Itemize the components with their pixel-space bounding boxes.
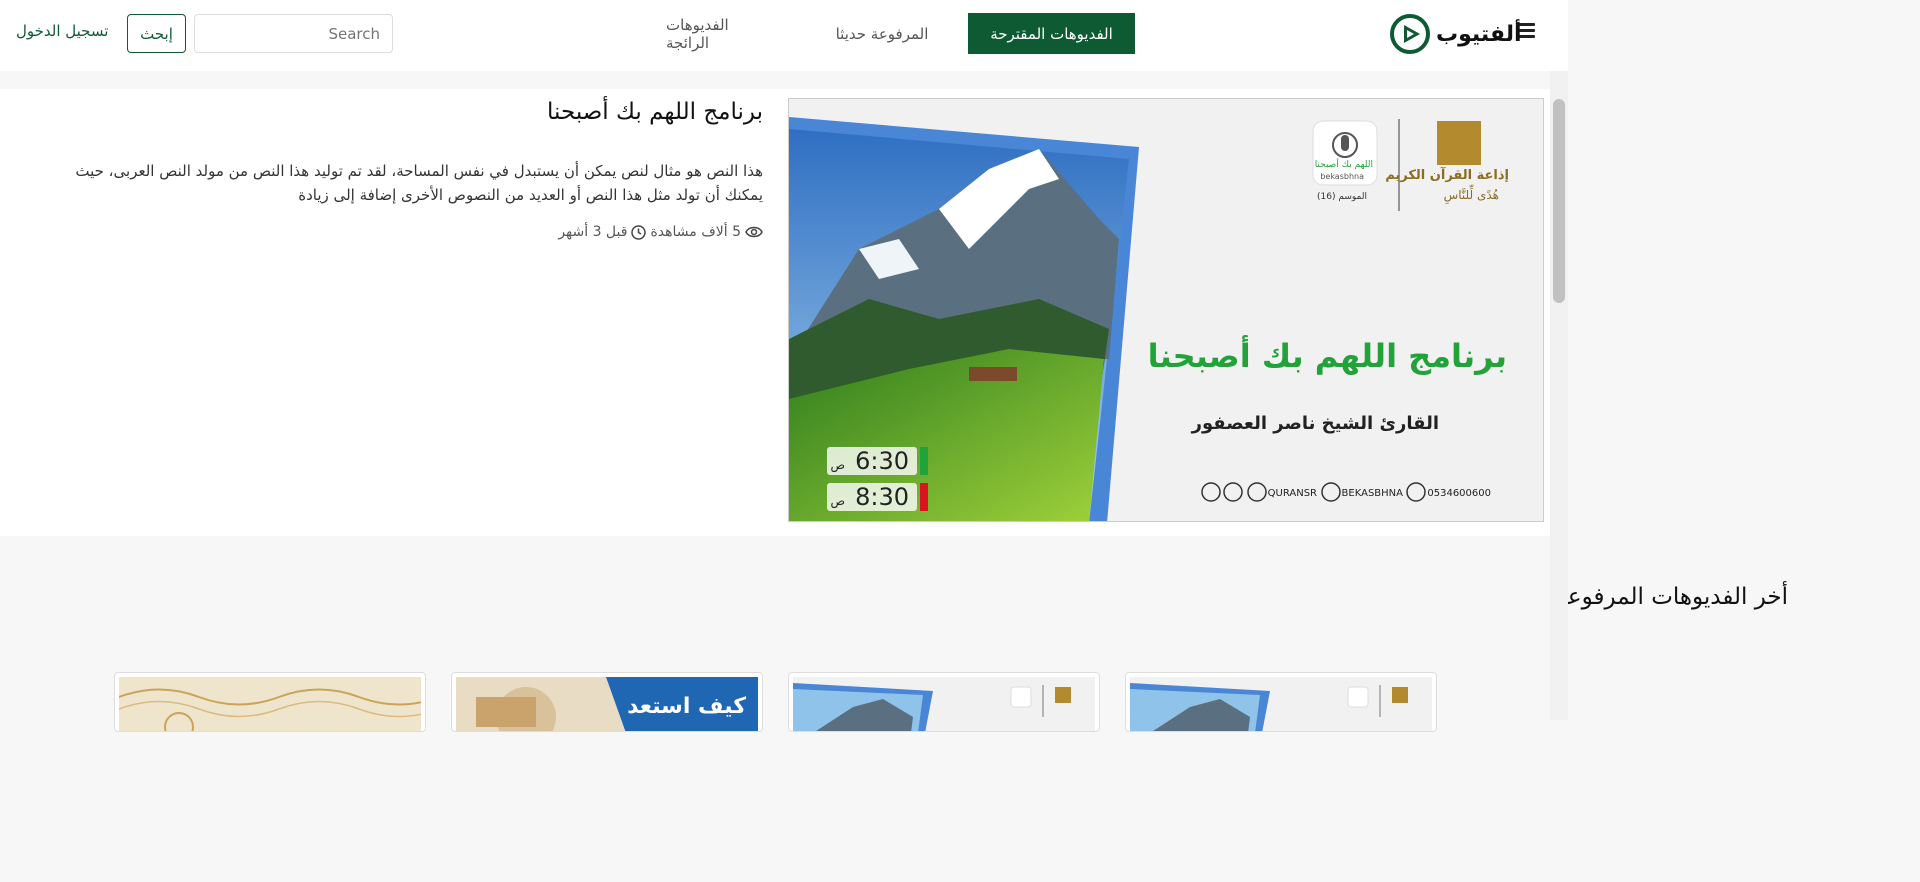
nav-suggested-videos[interactable]: الفديوهات المقترحة <box>968 13 1135 54</box>
card-overlay-text: كيف استعد <box>627 694 746 719</box>
social-bekasbhna: BEKASBHNA <box>1342 488 1404 499</box>
featured-video-thumbnail[interactable]: إذاعة القرآن الكريم هُدًى لِّلنَّاسِ الل… <box>788 98 1544 522</box>
video-card[interactable]: كيف استعد <box>451 672 763 732</box>
login-link[interactable]: تسجيل الدخول <box>16 22 108 40</box>
video-card[interactable] <box>1125 672 1437 732</box>
views-count: 5 ألاف مشاهدة <box>650 224 741 240</box>
time-2-suffix: ص <box>830 494 845 509</box>
social-quransr: QURANSR <box>1268 488 1317 499</box>
search-input[interactable] <box>194 14 393 53</box>
navbar: ألفتيوب الفديوهات المقترحة المرفوعة حديث… <box>0 0 1568 71</box>
nav-trending-videos[interactable]: الفديوهات الرائجة <box>650 13 790 54</box>
radio-tagline: هُدًى لِّلنَّاسِ <box>1444 184 1499 204</box>
video-card-thumbnail <box>793 677 1095 731</box>
program-latin: bekasbhna <box>1320 172 1364 181</box>
featured-video-meta: 5 ألاف مشاهدة قبل 3 أشهر <box>558 224 763 240</box>
time-1-suffix: ص <box>830 458 845 473</box>
featured-video-description: هذا النص هو مثال لنص يمكن أن يستبدل في ن… <box>75 162 763 204</box>
time-1: 6:30 <box>855 447 909 475</box>
video-card-thumbnail <box>1130 677 1432 731</box>
video-card[interactable] <box>788 672 1100 732</box>
video-card-thumbnail: كيف استعد <box>456 677 758 731</box>
phone-number: 0534600600 <box>1427 488 1491 499</box>
thumbnail-art: إذاعة القرآن الكريم هُدًى لِّلنَّاسِ الل… <box>789 99 1543 521</box>
reader-name: القارئ الشيخ ناصر العصفور <box>1191 413 1439 434</box>
clock-icon <box>631 224 647 240</box>
search-button[interactable]: إبحث <box>127 14 186 53</box>
page-scrollbar[interactable] <box>1550 71 1568 720</box>
brand-name: ألفتيوب <box>1436 21 1522 47</box>
latest-videos-title: أخر الفديوهات المرفوعة <box>1555 584 1788 610</box>
video-card[interactable] <box>114 672 426 732</box>
brand[interactable]: ألفتيوب <box>1390 12 1522 56</box>
featured-video-title[interactable]: برنامج اللهم بك أصبحنا <box>547 99 763 125</box>
featured-video: إذاعة القرآن الكريم هُدًى لِّلنَّاسِ الل… <box>0 89 1550 536</box>
season-label: الموسم (16) <box>1317 192 1367 202</box>
scrollbar-thumb[interactable] <box>1553 99 1565 303</box>
play-logo-icon <box>1390 14 1430 54</box>
program-title: برنامج اللهم بك أصبحنا <box>1148 335 1507 375</box>
eye-icon <box>745 226 763 238</box>
video-card-thumbnail <box>119 677 421 731</box>
nav-recently-uploaded[interactable]: المرفوعة حديثا <box>817 13 947 54</box>
upload-time: قبل 3 أشهر <box>558 224 628 240</box>
program-badge: اللهم بك أصبحنا <box>1315 158 1373 170</box>
time-2: 8:30 <box>855 483 909 511</box>
radio-name: إذاعة القرآن الكريم <box>1385 166 1509 183</box>
